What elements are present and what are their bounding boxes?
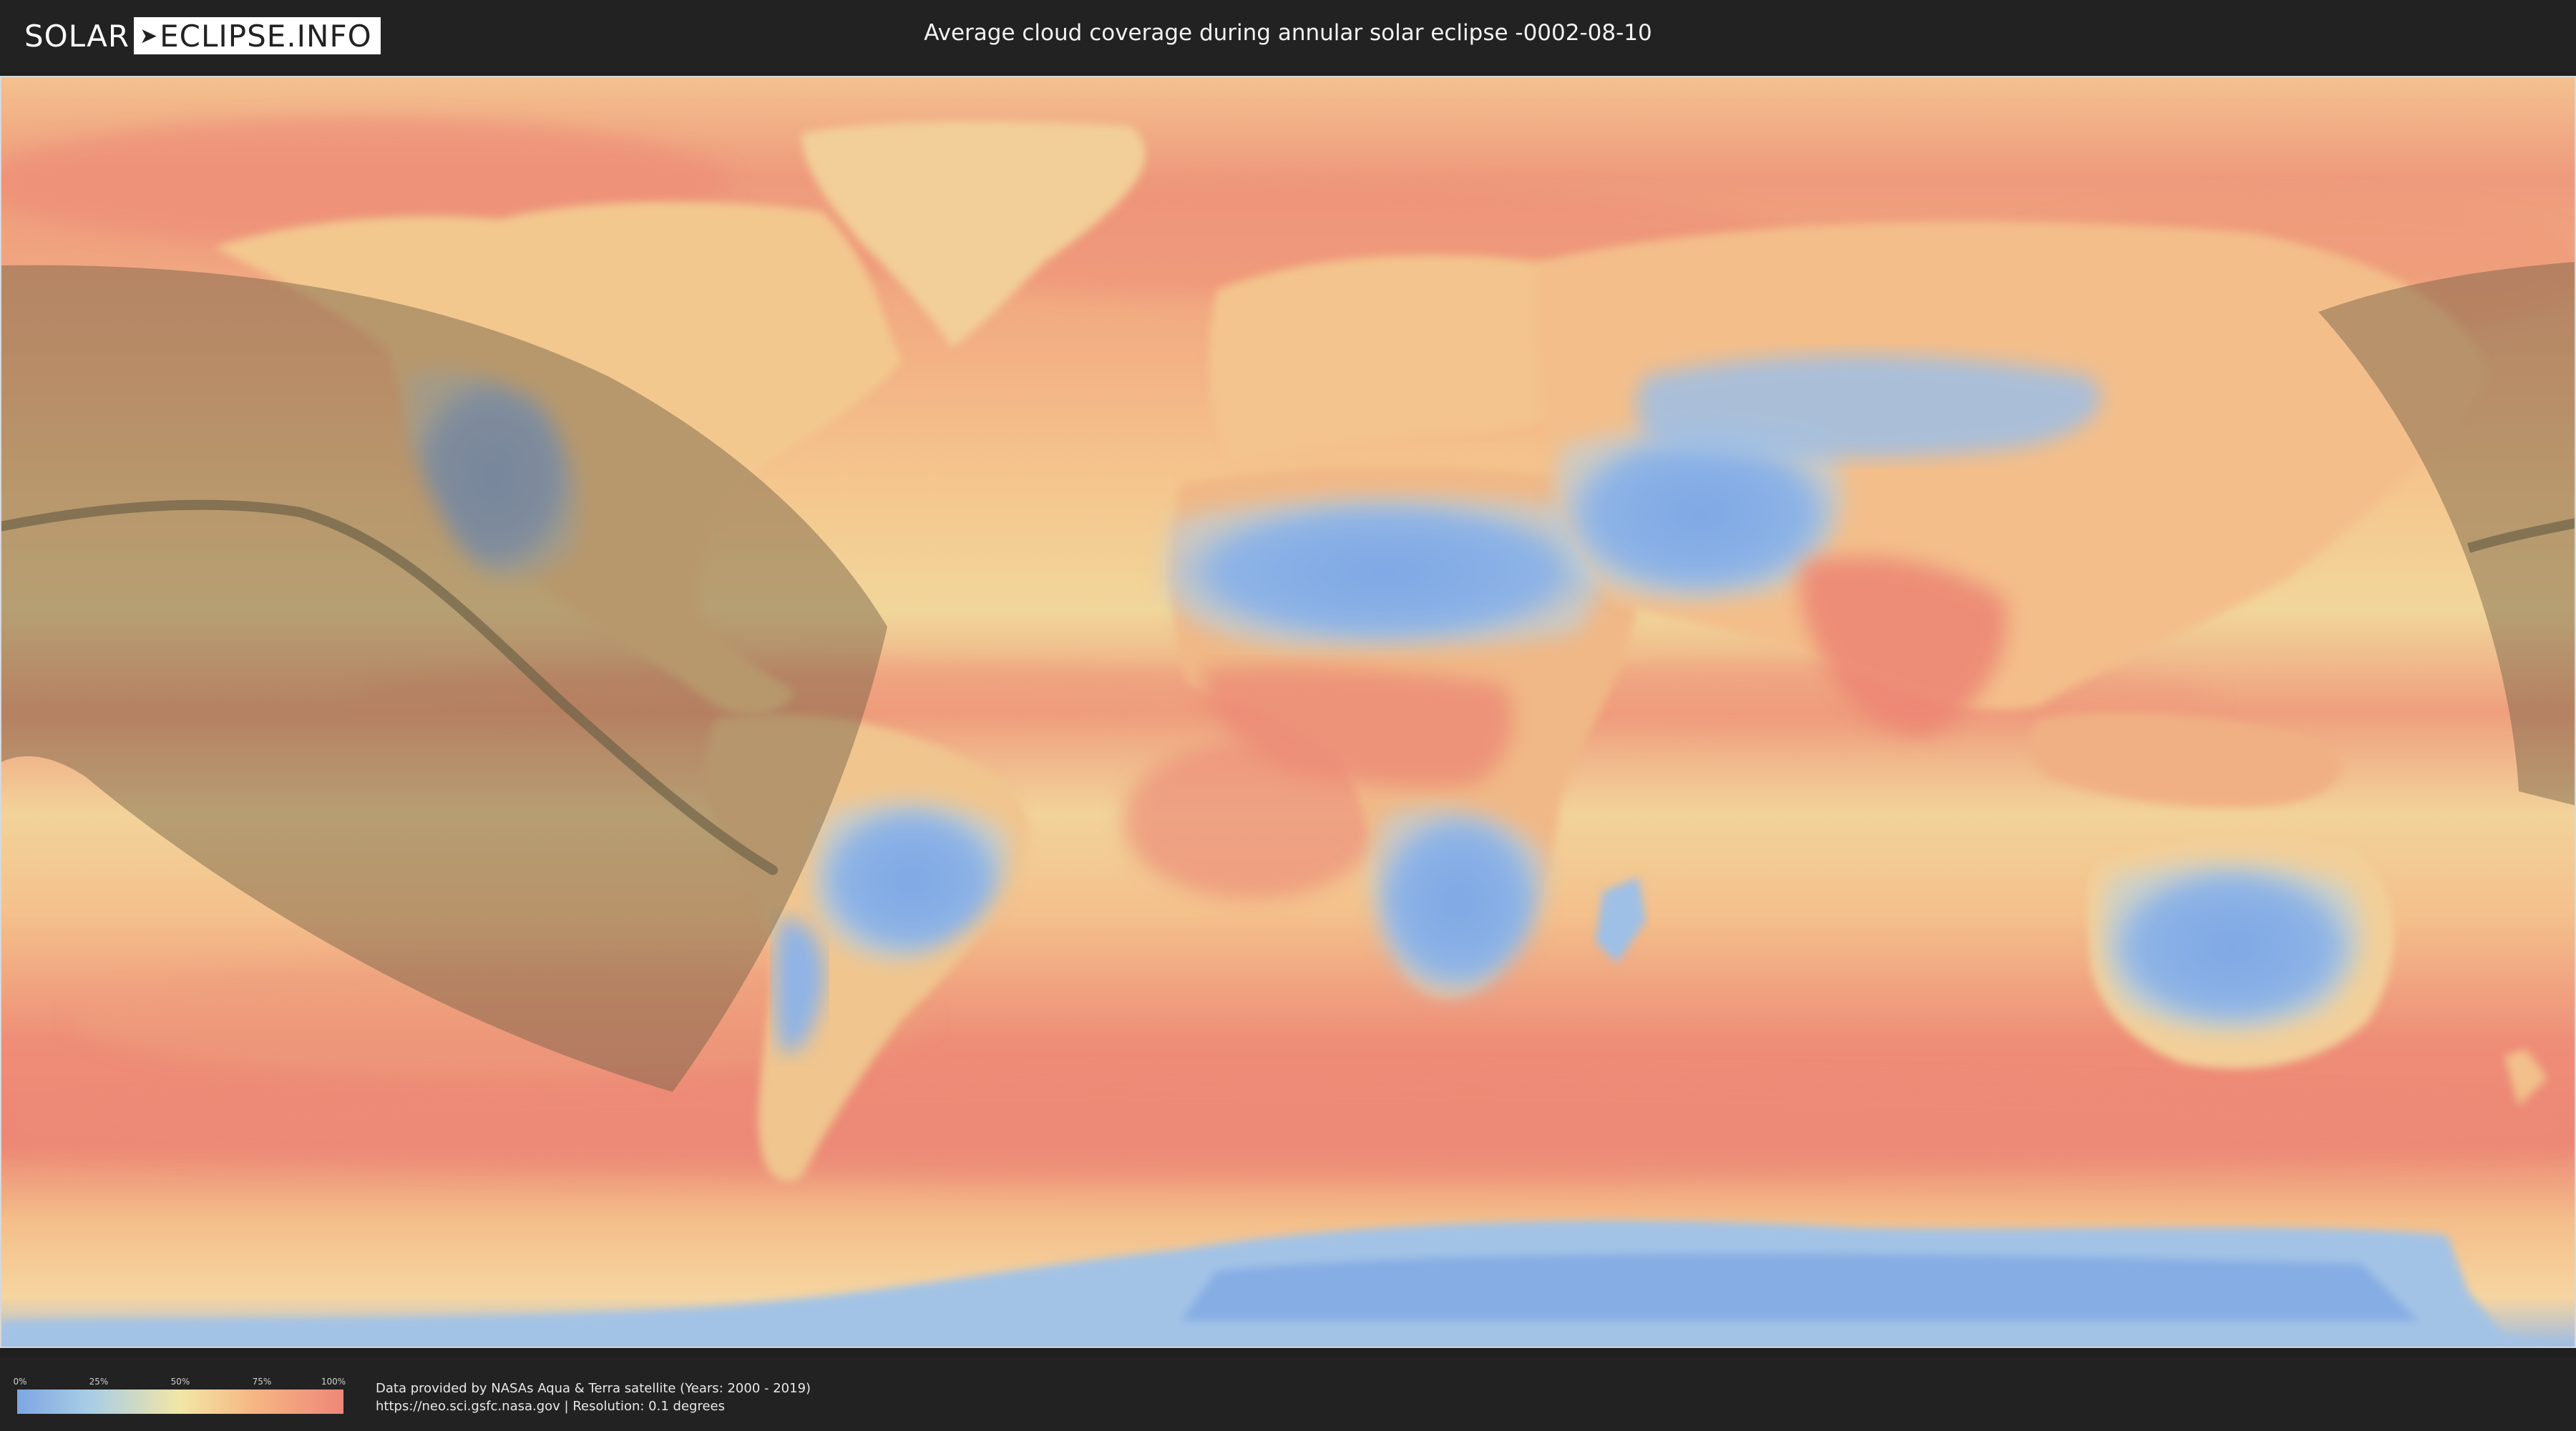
cloud-coverage-map[interactable] [0,76,2576,1348]
data-source-note: Data provided by NASAs Aqua & Terra sate… [376,1379,811,1415]
data-source-link[interactable]: https://neo.sci.gsfc.nasa.gov | Resoluti… [376,1397,811,1415]
legend-tick: 50% [170,1377,190,1387]
legend-tick: 0% [13,1377,27,1387]
page-title: Average cloud coverage during annular so… [924,20,1652,46]
header-bar: SOLAR ➤ ECLIPSE.INFO Average cloud cover… [0,0,2576,72]
antarctica-interior [1181,1254,2419,1321]
sahara-clear-region [1165,495,1604,648]
data-source-line: Data provided by NASAs Aqua & Terra sate… [376,1381,811,1396]
legend-tick: 100% [321,1377,346,1387]
cloud-coverage-legend: 0% 25% 50% 75% 100% [13,1377,346,1414]
legend-tick: 25% [89,1377,109,1387]
legend-tick: 75% [252,1377,272,1387]
legend-ticks: 0% 25% 50% 75% 100% [13,1377,346,1387]
map-canvas [0,76,2576,1348]
australia-clear-region [2101,861,2362,1032]
central-asia-clear-region [1636,355,2101,459]
legend-color-bar [17,1390,343,1414]
